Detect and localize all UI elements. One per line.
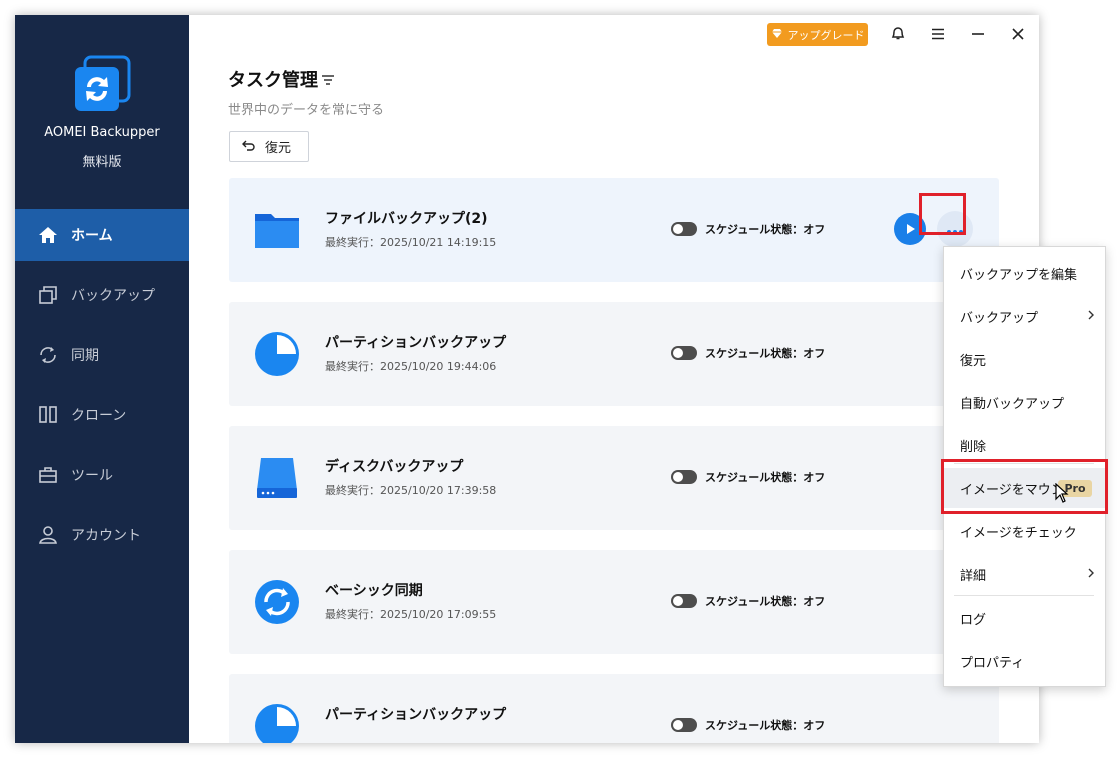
minimize-button[interactable] xyxy=(966,23,990,47)
sync-icon xyxy=(253,578,301,626)
task-card[interactable]: ファイルバックアップ(2) 最終実行：2025/10/21 14:19:15 ス… xyxy=(229,178,999,282)
task-last-run: 最終実行：2025/10/20 17:39:58 xyxy=(325,484,497,497)
menu-item-label: 復元 xyxy=(960,353,987,369)
diamond-icon xyxy=(771,28,783,42)
undo-icon xyxy=(242,139,256,155)
task-name: パーティションバックアップ xyxy=(325,335,507,351)
menu-item-auto-backup[interactable]: 自動バックアップ xyxy=(944,382,1105,422)
sync-icon xyxy=(37,344,59,366)
more-button-highlight xyxy=(919,193,966,235)
task-last-run: 最終実行：2025/10/20 19:44:06 xyxy=(325,360,497,373)
restore-label: 復元 xyxy=(265,141,292,156)
bell-icon xyxy=(890,25,906,45)
sidebar-item-label: アカウント xyxy=(71,528,141,544)
task-card[interactable]: ベーシック同期 最終実行：2025/10/20 17:09:55 スケジュール状… xyxy=(229,550,999,654)
menu-item-log[interactable]: ログ xyxy=(944,598,1105,638)
schedule-toggle[interactable] xyxy=(671,594,697,608)
schedule-toggle[interactable] xyxy=(671,222,697,236)
partition-icon xyxy=(253,702,301,743)
menu-item-label: プロパティ xyxy=(960,655,1025,671)
page-title: タスク管理 xyxy=(228,70,318,91)
menu-separator xyxy=(954,595,1094,596)
notification-bell-button[interactable] xyxy=(886,23,910,47)
play-icon xyxy=(904,220,916,239)
folder-icon xyxy=(253,206,301,254)
sidebar-item-home[interactable]: ホーム xyxy=(15,209,189,261)
sidebar-item-label: ツール xyxy=(71,468,113,484)
sidebar-item-label: クローン xyxy=(71,408,127,424)
schedule-status: スケジュール状態：オフ xyxy=(705,595,826,608)
partition-icon xyxy=(253,330,301,378)
app-logo-icon xyxy=(73,55,131,113)
backup-icon xyxy=(37,284,59,306)
task-card[interactable]: ディスクバックアップ 最終実行：2025/10/20 17:39:58 スケジュ… xyxy=(229,426,999,530)
sidebar-item-clone[interactable]: クローン xyxy=(15,389,189,441)
tools-icon xyxy=(37,464,59,486)
menu-item-properties[interactable]: プロパティ xyxy=(944,641,1105,681)
menu-item-label: ログ xyxy=(960,612,987,628)
account-icon xyxy=(37,524,59,546)
close-icon xyxy=(1011,26,1025,45)
mouse-cursor-icon xyxy=(1055,482,1069,509)
sidebar-item-backup[interactable]: バックアップ xyxy=(15,269,189,321)
schedule-toggle[interactable] xyxy=(671,470,697,484)
menu-item-label: バックアップ xyxy=(960,310,1039,326)
minimize-icon xyxy=(971,26,985,45)
menu-item-details[interactable]: 詳細 xyxy=(944,554,1105,594)
menu-item-label: 自動バックアップ xyxy=(960,396,1065,412)
upgrade-button[interactable]: アップグレード xyxy=(767,23,868,46)
sidebar-item-sync[interactable]: 同期 xyxy=(15,329,189,381)
upgrade-label: アップグレード xyxy=(787,28,865,42)
menu-item-label: バックアップを編集 xyxy=(960,267,1078,283)
menu-button[interactable] xyxy=(926,23,950,47)
schedule-status: スケジュール状態：オフ xyxy=(705,719,826,732)
schedule-status: スケジュール状態：オフ xyxy=(705,223,826,236)
close-button[interactable] xyxy=(1006,23,1030,47)
chevron-right-icon xyxy=(1087,309,1095,325)
menu-item-restore[interactable]: 復元 xyxy=(944,339,1105,379)
task-card[interactable]: パーティションバックアップ スケジュール状態：オフ xyxy=(229,674,999,743)
sidebar-item-label: ホーム xyxy=(71,228,113,244)
clone-icon xyxy=(37,404,59,426)
menu-item-label: 詳細 xyxy=(960,568,987,584)
restore-button[interactable]: 復元 xyxy=(229,131,309,162)
sidebar-item-label: バックアップ xyxy=(71,288,155,304)
task-last-run: 最終実行：2025/10/20 17:09:55 xyxy=(325,608,497,621)
menu-item-label: イメージをチェック xyxy=(960,525,1077,541)
sidebar-item-account[interactable]: アカウント xyxy=(15,509,189,561)
sidebar-item-tools[interactable]: ツール xyxy=(15,449,189,501)
task-name: ファイルバックアップ(2) xyxy=(325,211,488,227)
menu-item-backup[interactable]: バックアップ xyxy=(944,296,1105,336)
task-name: パーティションバックアップ xyxy=(325,707,507,723)
disk-icon xyxy=(253,454,301,502)
menu-item-label: 削除 xyxy=(960,439,987,455)
menu-item-edit-backup[interactable]: バックアップを編集 xyxy=(944,253,1105,293)
mount-image-highlight xyxy=(941,459,1108,514)
task-name: ベーシック同期 xyxy=(325,583,423,599)
hamburger-icon xyxy=(931,26,945,45)
sidebar: AOMEI Backupper 無料版 ホーム バックアップ 同期 クローン ツ… xyxy=(15,15,189,743)
task-card[interactable]: パーティションバックアップ 最終実行：2025/10/20 19:44:06 ス… xyxy=(229,302,999,406)
task-name: ディスクバックアップ xyxy=(325,459,464,475)
schedule-toggle[interactable] xyxy=(671,718,697,732)
page-subtitle: 世界中のデータを常に守る xyxy=(228,103,385,118)
schedule-status: スケジュール状態：オフ xyxy=(705,347,826,360)
schedule-toggle[interactable] xyxy=(671,346,697,360)
app-window: AOMEI Backupper 無料版 ホーム バックアップ 同期 クローン ツ… xyxy=(15,15,1039,743)
app-edition: 無料版 xyxy=(82,155,122,170)
home-icon xyxy=(37,224,59,246)
sidebar-item-label: 同期 xyxy=(71,348,99,364)
task-last-run: 最終実行：2025/10/21 14:19:15 xyxy=(325,236,497,249)
schedule-status: スケジュール状態：オフ xyxy=(705,471,826,484)
app-name: AOMEI Backupper xyxy=(44,125,160,140)
menu-item-check-image[interactable]: イメージをチェック xyxy=(944,511,1105,551)
filter-icon[interactable] xyxy=(321,71,335,90)
chevron-right-icon xyxy=(1087,567,1095,583)
